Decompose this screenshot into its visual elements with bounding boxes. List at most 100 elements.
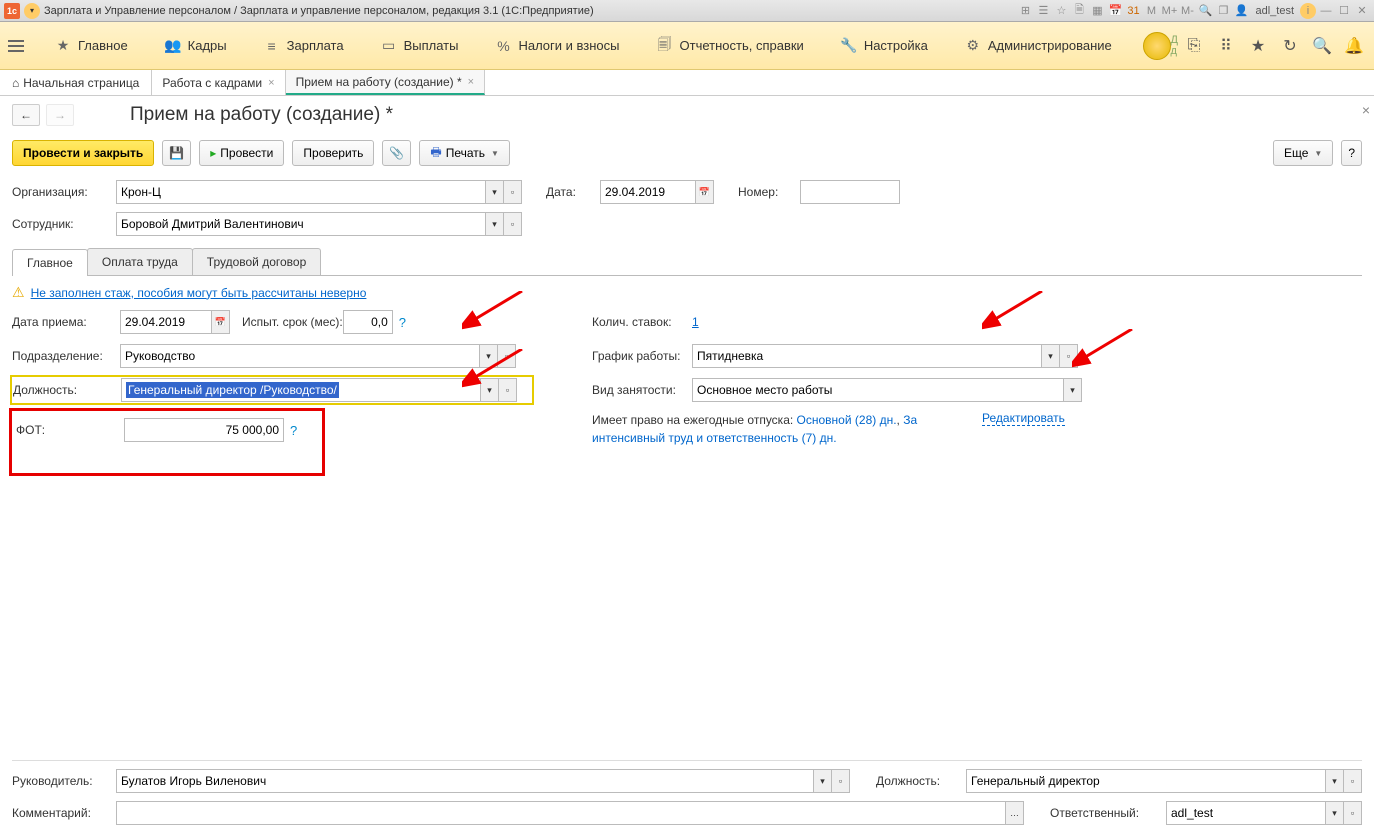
open-button[interactable]: ▫ bbox=[1344, 801, 1362, 825]
inner-tab-main[interactable]: Главное bbox=[12, 249, 88, 276]
warning-link[interactable]: Не заполнен стаж, пособия могут быть рас… bbox=[31, 286, 367, 300]
tb-icon-star[interactable]: ☆ bbox=[1053, 3, 1069, 19]
tb-icon-mplus[interactable]: M+ bbox=[1161, 3, 1177, 19]
coin-icon[interactable] bbox=[1143, 32, 1171, 60]
tb-icon-cal[interactable]: 📅 bbox=[1107, 3, 1123, 19]
num-label: Номер: bbox=[738, 185, 784, 199]
tb-icon-grid[interactable]: ▦ bbox=[1089, 3, 1105, 19]
bell-icon[interactable]: 🔔 bbox=[1342, 34, 1366, 58]
home-tab[interactable]: ⌂ Начальная страница bbox=[0, 70, 152, 95]
dropdown-button[interactable]: ▾ bbox=[1042, 344, 1060, 368]
nav-nalogi[interactable]: %Налоги и взносы bbox=[476, 22, 637, 69]
nav-admin[interactable]: ⚙Администрирование bbox=[946, 22, 1130, 69]
comment-input[interactable] bbox=[116, 801, 1006, 825]
manager-pos-input[interactable] bbox=[966, 769, 1326, 793]
fot-input[interactable] bbox=[124, 418, 284, 442]
tb-icon-window[interactable]: ❐ bbox=[1215, 3, 1231, 19]
tb-icon-1[interactable]: ⊞ bbox=[1017, 3, 1033, 19]
close-tab-icon[interactable]: × bbox=[468, 76, 474, 88]
tb-icon-m[interactable]: M bbox=[1143, 3, 1159, 19]
open-button[interactable]: ▫ bbox=[1060, 344, 1078, 368]
tab-priem[interactable]: Прием на работу (создание) * × bbox=[286, 70, 486, 95]
responsible-input[interactable] bbox=[1166, 801, 1326, 825]
more-button[interactable]: Еще▼ bbox=[1273, 140, 1333, 166]
dropdown-button[interactable]: ▾ bbox=[480, 344, 498, 368]
print-button[interactable]: 🖶Печать▼ bbox=[419, 140, 510, 166]
dropdown-button[interactable]: ▾ bbox=[814, 769, 832, 793]
maximize-icon[interactable]: ☐ bbox=[1336, 3, 1352, 19]
num-input[interactable] bbox=[800, 180, 900, 204]
manager-input[interactable] bbox=[116, 769, 814, 793]
open-button[interactable]: ▫ bbox=[504, 212, 522, 236]
open-button[interactable]: ▫ bbox=[498, 344, 516, 368]
run-button[interactable]: ▸Провести bbox=[199, 140, 284, 166]
dropdown-button[interactable]: ▾ bbox=[486, 180, 504, 204]
calendar-icon[interactable]: 📅 bbox=[696, 180, 714, 204]
emptype-input[interactable] bbox=[692, 378, 1064, 402]
titlebar-dropdown-icon[interactable]: ▾ bbox=[24, 3, 40, 19]
employee-input[interactable] bbox=[116, 212, 486, 236]
menu-button[interactable] bbox=[4, 34, 28, 58]
tb-icon-doc[interactable]: 🗎 bbox=[1071, 3, 1087, 19]
open-button[interactable]: ▫ bbox=[832, 769, 850, 793]
open-button[interactable]: ▫ bbox=[1344, 769, 1362, 793]
apps-icon[interactable]: ⠿ bbox=[1214, 34, 1238, 58]
date-input[interactable] bbox=[600, 180, 696, 204]
edit-vacation-link[interactable]: Редактировать bbox=[982, 411, 1065, 426]
open-button[interactable]: ▫ bbox=[504, 180, 522, 204]
position-input[interactable]: Генеральный директор /Руководство/ bbox=[121, 378, 481, 402]
expand-button[interactable]: … bbox=[1006, 801, 1024, 825]
help-icon[interactable]: ? bbox=[290, 423, 297, 438]
close-tab-icon[interactable]: × bbox=[268, 77, 274, 89]
calendar-icon[interactable]: 📅 bbox=[212, 310, 230, 334]
back-button[interactable]: ← bbox=[12, 104, 40, 126]
money-icon: ≡ bbox=[263, 37, 281, 55]
dropdown-button[interactable]: ▾ bbox=[1064, 378, 1082, 402]
dropdown-button[interactable]: ▾ bbox=[486, 212, 504, 236]
attach-button[interactable]: 📎 bbox=[382, 140, 411, 166]
search-icon[interactable]: 🔍 bbox=[1310, 34, 1334, 58]
org-input[interactable] bbox=[116, 180, 486, 204]
close-document-icon[interactable]: × bbox=[1362, 102, 1370, 118]
nav-kadry[interactable]: 👥Кадры bbox=[146, 22, 245, 69]
nav-nastroika[interactable]: 🔧Настройка bbox=[822, 22, 946, 69]
nav-otchety[interactable]: 🗐Отчетность, справки bbox=[638, 22, 822, 69]
tb-icon-cal2[interactable]: 31 bbox=[1125, 3, 1141, 19]
inner-tab-contract[interactable]: Трудовой договор bbox=[192, 248, 321, 275]
hire-date-input[interactable] bbox=[120, 310, 212, 334]
info-icon[interactable]: i bbox=[1300, 3, 1316, 19]
open-button[interactable]: ▫ bbox=[499, 378, 517, 402]
titlebar-user: adl_test bbox=[1251, 5, 1298, 17]
position-label: Должность: bbox=[13, 383, 121, 397]
minimize-icon[interactable]: — bbox=[1318, 3, 1334, 19]
run-and-close-button[interactable]: Провести и закрыть bbox=[12, 140, 154, 166]
responsible-label: Ответственный: bbox=[1050, 806, 1150, 820]
document-tabs: ⌂ Начальная страница Работа с кадрами × … bbox=[0, 70, 1374, 96]
page-title: Прием на работу (создание) * bbox=[130, 104, 393, 126]
sidebar-toggle-icon[interactable]: ⎘ bbox=[1182, 34, 1206, 58]
schedule-input[interactable] bbox=[692, 344, 1042, 368]
stakes-value[interactable]: 1 bbox=[692, 315, 699, 329]
manager-pos-label: Должность: bbox=[876, 774, 950, 788]
probation-input[interactable] bbox=[343, 310, 393, 334]
close-window-icon[interactable]: ✕ bbox=[1354, 3, 1370, 19]
history-icon[interactable]: ↻ bbox=[1278, 34, 1302, 58]
tab-kadry[interactable]: Работа с кадрами × bbox=[152, 70, 285, 95]
dropdown-button[interactable]: ▾ bbox=[1326, 769, 1344, 793]
nav-vyplaty[interactable]: ▭Выплаты bbox=[362, 22, 477, 69]
save-button[interactable]: 💾 bbox=[162, 140, 191, 166]
forward-button[interactable]: → bbox=[46, 104, 74, 126]
inner-tab-pay[interactable]: Оплата труда bbox=[87, 248, 193, 275]
help-icon[interactable]: ? bbox=[399, 315, 406, 330]
dropdown-button[interactable]: ▾ bbox=[481, 378, 499, 402]
dept-input[interactable] bbox=[120, 344, 480, 368]
nav-main[interactable]: ★Главное bbox=[36, 22, 146, 69]
tb-icon-2[interactable]: ☰ bbox=[1035, 3, 1051, 19]
dropdown-button[interactable]: ▾ bbox=[1326, 801, 1344, 825]
tb-icon-zoom[interactable]: 🔍 bbox=[1197, 3, 1213, 19]
tb-icon-mminus[interactable]: M- bbox=[1179, 3, 1195, 19]
nav-zarplata[interactable]: ≡Зарплата bbox=[245, 22, 362, 69]
help-button[interactable]: ? bbox=[1341, 140, 1362, 166]
check-button[interactable]: Проверить bbox=[292, 140, 374, 166]
favorites-icon[interactable]: ★ bbox=[1246, 34, 1270, 58]
